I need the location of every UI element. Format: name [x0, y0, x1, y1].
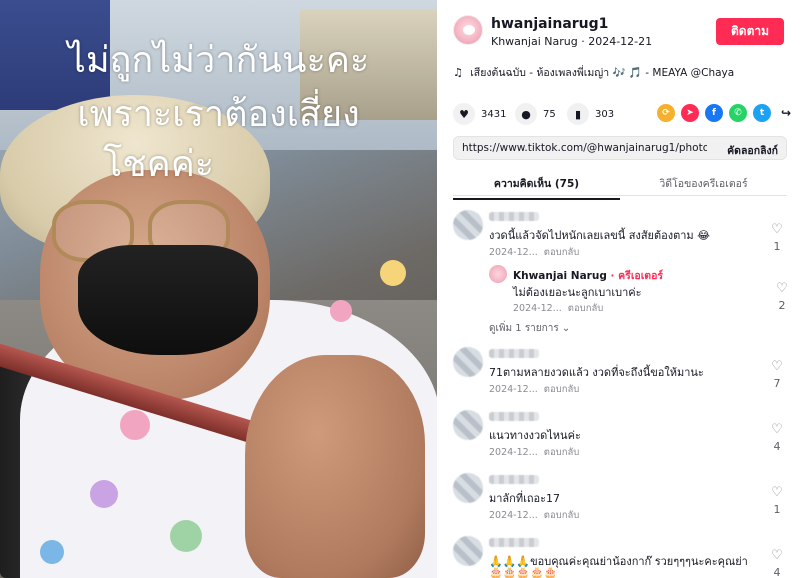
author-username[interactable]: hwanjainarug1: [491, 16, 608, 32]
creator-reply-meta: 2024-12... ตอบกลับ: [513, 301, 603, 316]
comment-item: งวดนี้แล้วจัดไปหนักเลยเลขนี้ สงสัยต้องตา…: [453, 210, 798, 260]
comment-text: 71ตามหลายงวดแล้ว งวดที่จะถึงนี้ขอให้มานะ: [489, 366, 704, 379]
comment-meta: 2024-12... ตอบกลับ: [489, 245, 579, 260]
comment-item: 71ตามหลายงวดแล้ว งวดที่จะถึงนี้ขอให้มานะ…: [453, 347, 798, 397]
comment-heart-icon[interactable]: ♡: [770, 422, 784, 437]
commenter-avatar[interactable]: [453, 410, 483, 440]
commenter-name-blurred[interactable]: [489, 412, 539, 421]
photo-caption-line-1: ไม่ถูกไม่ว่ากันนะคะ: [67, 40, 370, 81]
comment-item: มาลักที่เถอะ17 2024-12... ตอบกลับ ♡ 1: [453, 473, 798, 523]
comment-text-line-2: 🎂🎂🎂🎂🎂: [489, 566, 558, 578]
reply-link[interactable]: ตอบกลับ: [544, 510, 580, 521]
comment-heart-icon[interactable]: ♡: [770, 359, 784, 374]
photo-caption-line-3: โชคค่ะ: [102, 144, 215, 185]
comment-text: งวดนี้แล้วจัดไปหนักเลยเลขนี้ สงสัยต้องตา…: [489, 229, 711, 242]
author-subline: Khwanjai Narug · 2024-12-21: [491, 35, 652, 48]
music-note-icon: ♫: [453, 66, 463, 79]
comment-item: 🙏🙏🙏ขอบคุณค่ะคุณย่าน้องกาก๊ รวยๆๆๆนะคะคุณ…: [453, 536, 798, 578]
action-bar: ♥ 3431 ● 75 ▮ 303 ⟳ ➤ f ✆ t ↪: [453, 102, 795, 126]
view-more-label: ดูเพิ่ม 1 รายการ: [489, 323, 559, 334]
music-info[interactable]: ♫ เสียงต้นฉบับ - ห้องเพลงพี่เมญ่า 🎶 🎵 - …: [453, 64, 734, 81]
heart-icon: ♥: [453, 103, 475, 125]
comment-like-count: 1: [773, 240, 781, 253]
comment-like-count: 7: [773, 377, 781, 390]
creator-reply-like-count: 2: [778, 299, 786, 312]
post-url[interactable]: https://www.tiktok.com/@hwanjainarug1/ph…: [462, 142, 707, 154]
creator-name: Khwanjai Narug: [513, 270, 607, 282]
comment-text: แนวทางงวดไหนค่ะ: [489, 429, 581, 442]
reply-link[interactable]: ตอบกลับ: [544, 247, 580, 258]
commenter-avatar[interactable]: [453, 536, 483, 566]
post-photo[interactable]: ไม่ถูกไม่ว่ากันนะคะ เพราะเราต้องเสี่ยง โ…: [0, 0, 437, 578]
comment-tabs: ความคิดเห็น (75) วิดีโอของครีเอเตอร์: [453, 170, 787, 200]
commenter-name-blurred[interactable]: [489, 212, 539, 221]
commenter-avatar[interactable]: [453, 210, 483, 240]
comment-action[interactable]: ● 75: [515, 102, 556, 126]
commenter-name-blurred[interactable]: [489, 538, 539, 547]
tab-comments[interactable]: ความคิดเห็น (75): [453, 175, 620, 200]
photo-caption-line-2: เพราะเราต้องเสี่ยง: [77, 94, 360, 135]
creator-reply-date: 2024-12...: [513, 303, 562, 314]
reply-link[interactable]: ตอบกลับ: [544, 447, 580, 458]
comment-like-count: 4: [773, 566, 781, 578]
comment-count: 75: [543, 108, 556, 120]
comment-like-count: 1: [773, 503, 781, 516]
like-action[interactable]: ♥ 3431: [453, 102, 506, 126]
post-date: 2024-12-21: [588, 35, 653, 48]
author-avatar[interactable]: [453, 15, 483, 45]
creator-reply-name[interactable]: Khwanjai Narug · ครีเอเตอร์: [513, 267, 663, 284]
creator-reply: Khwanjai Narug · ครีเอเตอร์ ไม่ต้องเยอะน…: [489, 265, 789, 317]
post-detail-panel: hwanjainarug1 Khwanjai Narug · 2024-12-2…: [437, 0, 800, 578]
reply-link[interactable]: ตอบกลับ: [544, 384, 580, 395]
comment-meta: 2024-12... ตอบกลับ: [489, 382, 579, 397]
author-display-name: Khwanjai Narug: [491, 35, 578, 48]
comment-meta: 2024-12... ตอบกลับ: [489, 508, 579, 523]
bookmark-icon: ▮: [567, 103, 589, 125]
commenter-avatar[interactable]: [453, 473, 483, 503]
share-arrow-icon[interactable]: ↪: [777, 104, 795, 122]
comment-heart-icon[interactable]: ♡: [770, 548, 784, 563]
comment-date: 2024-12...: [489, 447, 538, 458]
whatsapp-icon[interactable]: ✆: [729, 104, 747, 122]
save-count: 303: [595, 108, 615, 120]
creator-reply-link[interactable]: ตอบกลับ: [568, 303, 604, 314]
copy-link-button[interactable]: คัดลอกลิงก์: [727, 142, 778, 159]
comment-bubble-icon: ●: [515, 103, 537, 125]
comment-heart-icon[interactable]: ♡: [770, 485, 784, 500]
commenter-avatar[interactable]: [453, 347, 483, 377]
facebook-icon[interactable]: f: [705, 104, 723, 122]
comment-date: 2024-12...: [489, 510, 538, 521]
chevron-down-icon: ⌄: [561, 323, 571, 334]
music-title: เสียงต้นฉบับ - ห้องเพลงพี่เมญ่า 🎶 🎵 - ME…: [470, 67, 735, 79]
creator-reply-text: ไม่ต้องเยอะนะลูกเบาเบาค่ะ: [513, 286, 642, 299]
like-count: 3431: [481, 108, 507, 120]
twitter-icon[interactable]: t: [753, 104, 771, 122]
follow-button[interactable]: ติดตาม: [716, 18, 784, 45]
tab-creator-videos[interactable]: วิดีโอของครีเอเตอร์: [620, 175, 787, 192]
commenter-name-blurred[interactable]: [489, 475, 539, 484]
comment-date: 2024-12...: [489, 247, 538, 258]
comment-like-count: 4: [773, 440, 781, 453]
comment-date: 2024-12...: [489, 384, 538, 395]
comment-meta: 2024-12... ตอบกลับ: [489, 445, 579, 460]
view-more-replies[interactable]: ดูเพิ่ม 1 รายการ ⌄: [489, 321, 570, 336]
photo-hand: [245, 355, 425, 578]
comment-text: มาลักที่เถอะ17: [489, 492, 561, 505]
photo-face-mask: [78, 245, 258, 355]
link-box: https://www.tiktok.com/@hwanjainarug1/ph…: [453, 136, 787, 160]
repost-icon[interactable]: ⟳: [657, 104, 675, 122]
send-icon[interactable]: ➤: [681, 104, 699, 122]
creator-badge: · ครีเอเตอร์: [610, 270, 664, 282]
save-action[interactable]: ▮ 303: [567, 102, 614, 126]
creator-reply-heart-icon[interactable]: ♡: [775, 281, 789, 296]
creator-reply-avatar[interactable]: [489, 265, 507, 283]
comment-item: แนวทางงวดไหนค่ะ 2024-12... ตอบกลับ ♡ 4: [453, 410, 798, 460]
comment-heart-icon[interactable]: ♡: [770, 222, 784, 237]
commenter-name-blurred[interactable]: [489, 349, 539, 358]
